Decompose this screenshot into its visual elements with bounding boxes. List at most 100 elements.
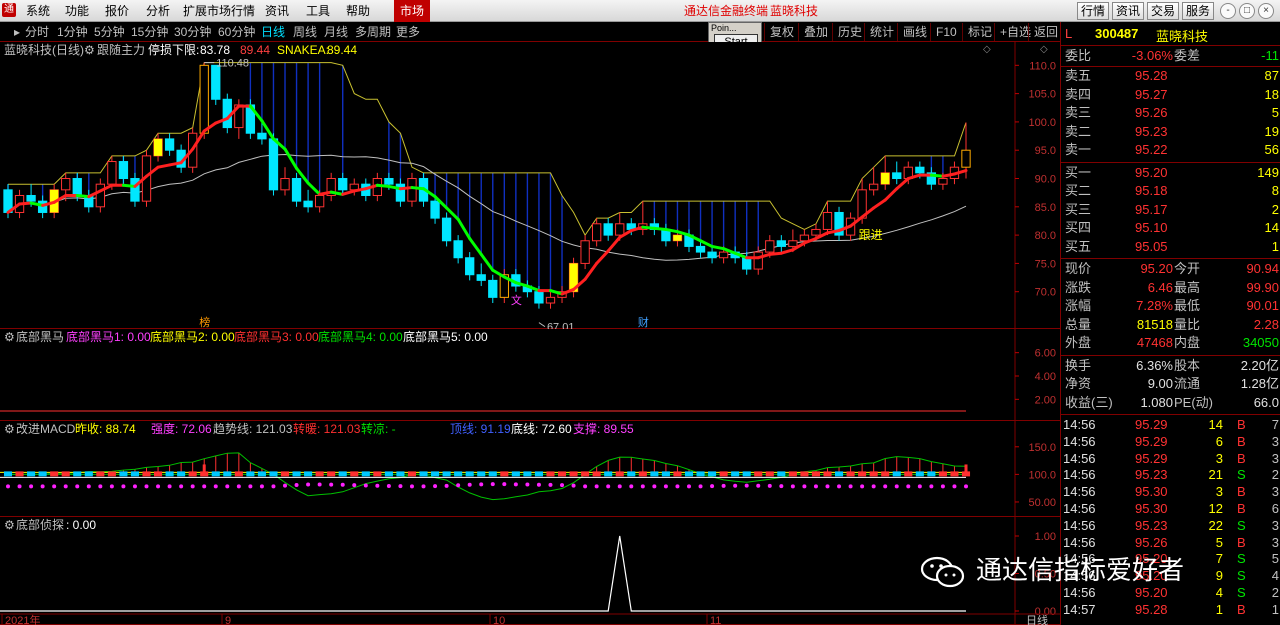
- top-button-trade[interactable]: 交易: [1147, 2, 1179, 20]
- menu-item-4[interactable]: 扩展市场行情: [183, 0, 255, 22]
- top-button-service[interactable]: 服务: [1182, 2, 1214, 20]
- sell-row-1[interactable]: 卖四 95.27 18: [1061, 86, 1280, 104]
- tool-button-4[interactable]: 画线: [897, 23, 927, 41]
- sell-row-0[interactable]: 卖五 95.28 87: [1061, 67, 1280, 85]
- stat-value: 7.28%: [1136, 298, 1173, 313]
- macd-panel[interactable]: 150.0 100.0 50.00 ⚙ 改进MACD 昨收: 88.74 强度: 7…: [0, 421, 1060, 517]
- weibi-row[interactable]: 委比 -3.06% 委差 -11: [1061, 47, 1280, 65]
- candle-body: [453, 240, 463, 259]
- tdx-terminal: 通 市场 通达信金融终端 蓝晓科技 行情 资讯 交易 服务 - □ × 系统 功能…: [0, 0, 1280, 625]
- menu-item-7[interactable]: 帮助: [346, 0, 370, 22]
- tick-row-3[interactable]: 14:56 95.23 21 S 2: [1061, 467, 1280, 483]
- stat-row-2[interactable]: 涨幅 7.28% 最低 90.01: [1061, 297, 1280, 315]
- tick-vol: 3: [1215, 484, 1223, 500]
- price-tick-label: 95.0: [1035, 145, 1056, 157]
- period-arrow-icon[interactable]: ▸: [14, 24, 20, 40]
- maximize-icon[interactable]: □: [1239, 3, 1255, 19]
- period-tab-1[interactable]: 1分钟: [57, 24, 88, 40]
- sell-price: 95.26: [1135, 105, 1168, 120]
- period-tab-6[interactable]: 日线: [261, 24, 285, 40]
- tick-row-11[interactable]: 14:57 95.28 1 B 1: [1061, 602, 1280, 618]
- period-tab-7[interactable]: 周线: [293, 24, 317, 40]
- tool-button-3[interactable]: 统计: [864, 23, 894, 41]
- top-button-news[interactable]: 资讯: [1112, 2, 1144, 20]
- tick-row-6[interactable]: 14:56 95.23 22 S 3: [1061, 518, 1280, 534]
- stat-row-4[interactable]: 外盘 47468 内盘 34050: [1061, 334, 1280, 352]
- macd-bar: [500, 471, 509, 477]
- bottom-detective-chart[interactable]: 1.000.500.002021年 9 10 11 日线: [0, 517, 1060, 625]
- macd-bar: [638, 471, 647, 477]
- indicator-gear-icon[interactable]: ⚙: [84, 43, 95, 57]
- stat-row-3[interactable]: 总量 81518 量比 2.28: [1061, 316, 1280, 334]
- candle-body: [476, 274, 486, 281]
- panel3-gear-icon[interactable]: ⚙: [4, 422, 15, 436]
- bottom-detective-panel[interactable]: 1.00 0.50 0.00 2021年 9 10 11 日线 ⚙ 底部侦探 : 0.00: [0, 517, 1060, 625]
- sell-row-4[interactable]: 卖一 95.22 56: [1061, 141, 1280, 159]
- support-dot: [571, 483, 576, 488]
- sell-price: 95.28: [1135, 68, 1168, 83]
- candle-body: [95, 183, 105, 208]
- menu-item-2[interactable]: 报价: [105, 0, 129, 22]
- tool-button-0[interactable]: 复权: [764, 23, 794, 41]
- main-kline-panel[interactable]: 110.0 105.0 100.0 95.0 90.0 85.0 80.0 75.0 70.0 ◇…: [0, 42, 1060, 329]
- buy-row-0[interactable]: 买一 95.20 149: [1061, 164, 1280, 182]
- tool-button-7[interactable]: +自选: [994, 23, 1031, 41]
- stock-code[interactable]: 300487: [1095, 26, 1138, 41]
- tick-row-2[interactable]: 14:56 95.29 3 B 3: [1061, 451, 1280, 467]
- indicator-name[interactable]: 跟随主力: [97, 43, 145, 57]
- kline-chart[interactable]: 110.0 105.0 100.0 95.0 90.0 85.0 80.0 75.0 70.0 ◇…: [0, 42, 1060, 329]
- menu-item-6[interactable]: 工具: [306, 0, 330, 22]
- period-tab-4[interactable]: 30分钟: [174, 24, 211, 40]
- stat-row-1[interactable]: 涨跌 6.46 最高 99.90: [1061, 279, 1280, 297]
- period-tab-0[interactable]: 分时: [25, 24, 49, 40]
- stat-row-0[interactable]: 现价 95.20 今开 90.94: [1061, 260, 1280, 278]
- tick-price: 95.29: [1135, 450, 1168, 466]
- menu-item-3[interactable]: 分析: [146, 0, 170, 22]
- top-button-quotes[interactable]: 行情: [1077, 2, 1109, 20]
- panel4-gear-icon[interactable]: ⚙: [4, 518, 15, 532]
- stat2-row-0[interactable]: 换手 6.36% 股本 2.20亿: [1061, 357, 1280, 375]
- tool-button-8[interactable]: 返回: [1028, 23, 1058, 41]
- tick-row-4[interactable]: 14:56 95.30 3 B 3: [1061, 484, 1280, 500]
- close-icon[interactable]: ×: [1258, 3, 1274, 19]
- period-tab-5[interactable]: 60分钟: [218, 24, 255, 40]
- panel2-gear-icon[interactable]: ⚙: [4, 330, 15, 344]
- tick-row-1[interactable]: 14:56 95.29 6 B 3: [1061, 434, 1280, 450]
- period-tab-3[interactable]: 15分钟: [131, 24, 168, 40]
- stat2-row-1[interactable]: 净资 9.00 流通 1.28亿: [1061, 375, 1280, 393]
- menu-item-1[interactable]: 功能: [65, 0, 89, 22]
- tool-button-5[interactable]: F10: [930, 23, 957, 41]
- stat2-row-2[interactable]: 收益(三) 1.080 PE(动) 66.0: [1061, 394, 1280, 412]
- support-dot: [733, 483, 738, 488]
- tick-count: 3: [1271, 433, 1279, 449]
- menu-item-5[interactable]: 资讯: [265, 0, 289, 22]
- buy-row-4[interactable]: 买五 95.05 1: [1061, 238, 1280, 256]
- candle-body: [465, 257, 475, 276]
- stock-name[interactable]: 蓝晓科技: [1156, 26, 1208, 45]
- sell-row-2[interactable]: 卖三 95.26 5: [1061, 104, 1280, 122]
- menu-market[interactable]: 市场: [394, 0, 431, 22]
- tick-row-0[interactable]: 14:56 95.29 14 B 7: [1061, 417, 1280, 433]
- tick-vol: 3: [1215, 450, 1223, 466]
- watermark: 通达信指标爱好者: [920, 545, 1184, 595]
- tool-button-6[interactable]: 标记: [962, 23, 992, 41]
- period-tab-2[interactable]: 5分钟: [94, 24, 125, 40]
- tick-row-5[interactable]: 14:56 95.30 12 B 6: [1061, 501, 1280, 517]
- period-tab-10[interactable]: 更多: [396, 24, 420, 40]
- tool-button-1[interactable]: 叠加: [798, 23, 828, 41]
- candle-body: [268, 138, 279, 191]
- period-tab-8[interactable]: 月线: [324, 24, 348, 40]
- minimize-icon[interactable]: -: [1220, 3, 1236, 19]
- buy-row-1[interactable]: 买二 95.18 8: [1061, 182, 1280, 200]
- tool-button-2[interactable]: 历史: [832, 23, 862, 41]
- support-dot: [225, 484, 230, 489]
- p2-tick-label: 2.00: [1035, 394, 1056, 406]
- menu-item-0[interactable]: 系统: [26, 0, 50, 22]
- support-dot: [513, 482, 518, 487]
- buy-row-2[interactable]: 买三 95.17 2: [1061, 201, 1280, 219]
- sell-row-3[interactable]: 卖二 95.23 19: [1061, 123, 1280, 141]
- bottom-horse-panel[interactable]: 6.00 4.00 2.00 ⚙ 底部黑马 底部黑马1: 0.00 底部黑马2: 0…: [0, 329, 1060, 421]
- buy-row-3[interactable]: 买四 95.10 14: [1061, 219, 1280, 237]
- macd-bar: [615, 471, 624, 477]
- period-tab-9[interactable]: 多周期: [355, 24, 391, 40]
